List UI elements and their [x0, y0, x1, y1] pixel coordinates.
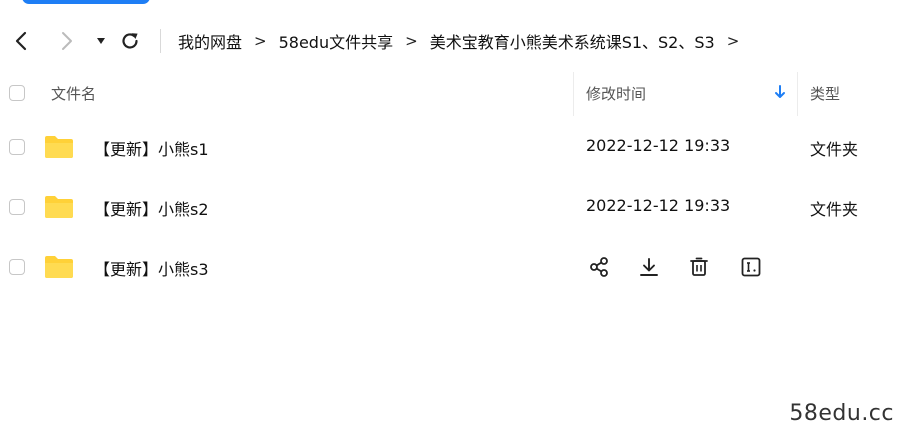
trash-icon — [690, 257, 708, 276]
file-browser: 我的网盘 > 58edu文件共享 > 美术宝教育小熊美术系统课S1、S2、S3 … — [0, 0, 904, 434]
folder-icon — [45, 196, 73, 218]
modified-time: 2022-12-12 19:33 — [586, 196, 731, 215]
breadcrumb-item-current[interactable]: 美术宝教育小熊美术系统课S1、S2、S3 — [430, 29, 715, 53]
table-row[interactable]: 【更新】小熊s3 — [0, 238, 904, 298]
rename-icon — [741, 257, 761, 277]
caret-down-icon — [97, 38, 105, 44]
share-icon — [590, 257, 608, 277]
table-row[interactable]: 【更新】小熊s2 2022-12-12 19:33 文件夹 — [0, 178, 904, 238]
breadcrumb-item-root[interactable]: 我的网盘 — [178, 29, 242, 53]
chevron-right-icon — [62, 32, 72, 50]
breadcrumb-separator: > — [254, 32, 267, 50]
breadcrumb: 我的网盘 > 58edu文件共享 > 美术宝教育小熊美术系统课S1、S2、S3 … — [178, 28, 751, 54]
file-name[interactable]: 【更新】小熊s1 — [94, 136, 209, 160]
breadcrumb-item-share[interactable]: 58edu文件共享 — [279, 29, 394, 53]
rename-button[interactable] — [738, 254, 764, 280]
forward-button[interactable] — [54, 28, 80, 54]
breadcrumb-separator: > — [405, 32, 418, 50]
column-divider[interactable] — [573, 72, 574, 116]
share-button[interactable] — [586, 254, 612, 280]
modified-time: 2022-12-12 19:33 — [586, 136, 731, 155]
download-button[interactable] — [636, 254, 662, 280]
sort-button[interactable] — [774, 84, 786, 104]
history-dropdown-button[interactable] — [92, 28, 110, 54]
download-icon — [640, 258, 658, 276]
refresh-icon — [122, 33, 138, 49]
column-header-name[interactable]: 文件名 — [51, 83, 96, 104]
file-name[interactable]: 【更新】小熊s3 — [94, 256, 209, 280]
column-header-modified[interactable]: 修改时间 — [586, 83, 646, 104]
row-checkbox[interactable] — [9, 259, 25, 275]
folder-icon — [45, 256, 73, 278]
column-header-type[interactable]: 类型 — [810, 83, 840, 104]
table-header: 文件名 修改时间 类型 — [0, 72, 904, 116]
select-all-checkbox[interactable] — [9, 85, 25, 101]
file-type: 文件夹 — [810, 140, 859, 159]
row-checkbox[interactable] — [9, 139, 25, 155]
watermark: 58edu.cc — [789, 401, 894, 426]
toolbar: 我的网盘 > 58edu文件共享 > 美术宝教育小熊美术系统课S1、S2、S3 … — [0, 20, 904, 62]
chevron-left-icon — [15, 31, 27, 51]
breadcrumb-separator[interactable]: > — [727, 32, 740, 50]
top-tab-pill[interactable] — [22, 0, 150, 4]
folder-icon — [45, 136, 73, 158]
file-name[interactable]: 【更新】小熊s2 — [94, 196, 209, 220]
toolbar-divider — [160, 29, 161, 53]
file-type: 文件夹 — [810, 200, 859, 219]
back-button[interactable] — [8, 28, 34, 54]
table-row[interactable]: 【更新】小熊s1 2022-12-12 19:33 文件夹 — [0, 118, 904, 178]
refresh-button[interactable] — [117, 28, 143, 54]
arrow-down-icon — [775, 85, 785, 98]
row-checkbox[interactable] — [9, 199, 25, 215]
column-divider[interactable] — [797, 72, 798, 116]
delete-button[interactable] — [686, 254, 712, 280]
